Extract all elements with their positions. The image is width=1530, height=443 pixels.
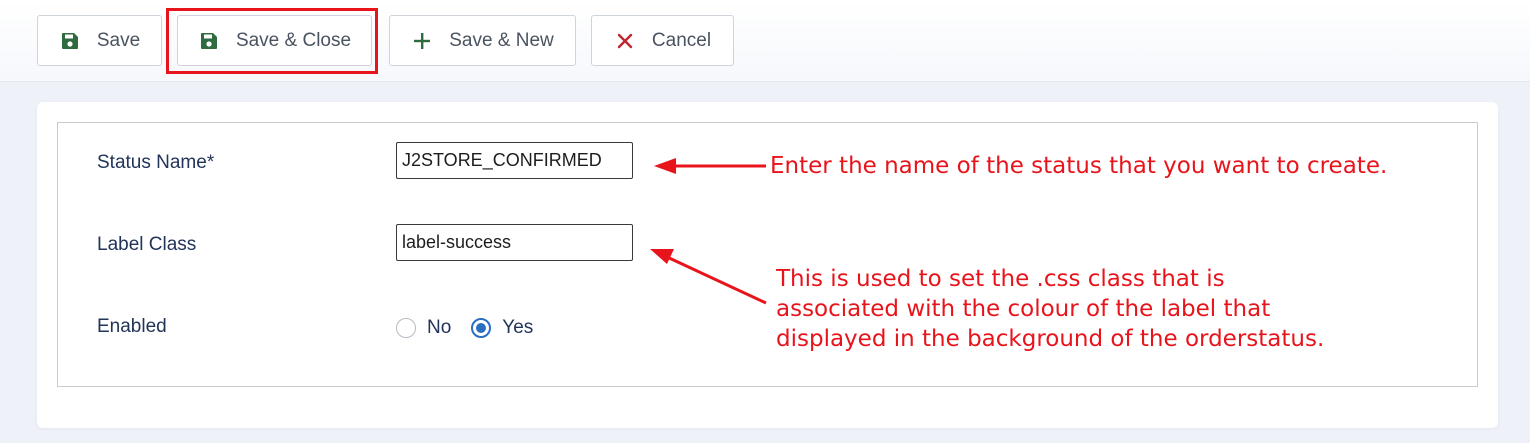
status-name-label: Status Name*	[97, 152, 215, 173]
radio-unchecked-icon[interactable]	[396, 318, 416, 338]
floppy-disk-icon	[59, 30, 81, 52]
annotation-status-name: Enter the name of the status that you wa…	[770, 153, 1388, 179]
save-and-close-button-label: Save & Close	[235, 29, 352, 51]
toolbar: Save Save & Close Save & New Cancel	[0, 0, 1530, 82]
close-icon	[614, 30, 636, 52]
label-class-input[interactable]	[396, 224, 633, 261]
cancel-button[interactable]: Cancel	[591, 15, 734, 66]
annotation-label-class-line-2: associated with the colour of the label …	[776, 296, 1271, 322]
enabled-radio-yes[interactable]: Yes	[471, 317, 533, 339]
radio-label-yes: Yes	[502, 317, 534, 338]
status-name-input[interactable]	[396, 142, 633, 179]
radio-checked-icon[interactable]	[471, 318, 492, 338]
save-and-new-button[interactable]: Save & New	[389, 15, 576, 66]
cancel-button-label: Cancel	[651, 29, 712, 51]
radio-label-no: No	[427, 317, 452, 338]
label-class-label: Label Class	[97, 234, 197, 255]
annotation-label-class-line-1: This is used to set the .css class that …	[776, 266, 1225, 292]
save-button-label: Save	[96, 29, 141, 51]
annotation-label-class-line-3: displayed in the background of the order…	[776, 326, 1325, 352]
save-and-new-button-label: Save & New	[449, 29, 554, 51]
save-button[interactable]: Save	[37, 15, 162, 66]
enabled-radio-group: No Yes	[396, 315, 553, 341]
save-and-close-button[interactable]: Save & Close	[177, 15, 372, 66]
floppy-disk-icon	[198, 30, 220, 52]
enabled-radio-no[interactable]: No	[396, 317, 451, 339]
enabled-label: Enabled	[97, 316, 167, 337]
plus-icon	[411, 30, 433, 52]
